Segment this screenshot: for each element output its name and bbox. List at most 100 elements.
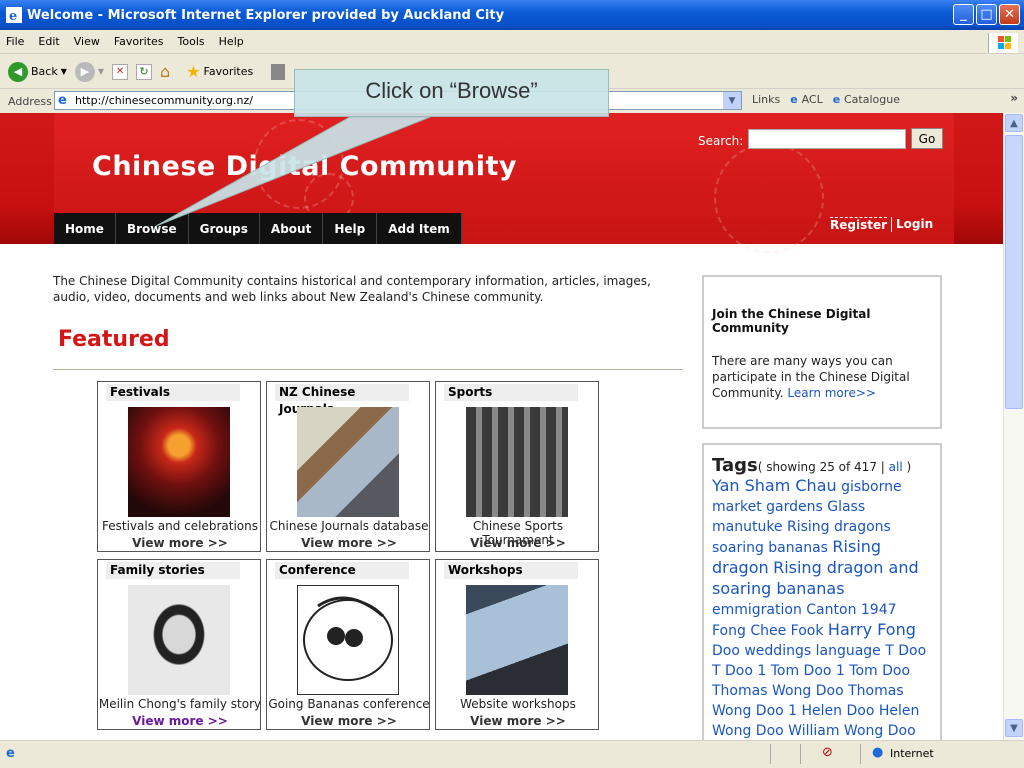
tag-link[interactable]: Glass [827,499,865,515]
link-acl[interactable]: e ACL [790,93,822,106]
internet-globe-icon: ● [872,745,884,760]
link-page-icon: e [790,93,802,106]
back-dropdown-icon[interactable]: ▼ [61,67,67,76]
search-input[interactable] [748,129,906,149]
sports-team-photo [466,407,568,517]
view-more-link[interactable]: View more >> [436,536,600,550]
tag-link[interactable]: market gardens [712,499,823,515]
status-bar: e ⊘ ● Internet [0,740,1024,768]
minimize-button[interactable]: _ [953,4,974,25]
link-page-icon: e [832,93,844,106]
card-title: Family stories [106,562,240,579]
link-catalogue-label: Catalogue [844,93,900,106]
back-label: Back [31,65,58,78]
tags-all-link[interactable]: all [889,460,903,474]
tag-link[interactable]: T Doo 1 [712,663,766,679]
page-status-icon: e [6,746,15,761]
nav-browse[interactable]: Browse [116,213,189,244]
stop-icon[interactable]: ✕ [112,63,129,80]
windows-logo-icon [988,33,1018,53]
menu-view[interactable]: View [74,35,100,48]
card-festivals[interactable]: Festivals Festivals and celebrations Vie… [97,381,261,552]
card-conference[interactable]: Conference Going Bananas conference View… [266,559,430,730]
forward-dropdown-icon[interactable]: ▼ [98,67,104,76]
festival-lanterns-image [128,407,230,517]
tags-close-paren: ) [902,460,912,474]
back-button[interactable]: ◀ Back ▼ [8,61,67,82]
menu-tools[interactable]: Tools [178,35,205,48]
tag-link[interactable]: gisborne [841,479,902,495]
view-more-link[interactable]: View more >> [267,714,431,728]
login-link[interactable]: Login [896,217,933,232]
forward-button[interactable]: ▶ ▼ [74,61,104,82]
search-go-button[interactable]: Go [911,128,943,149]
tag-link[interactable]: T Doo [885,643,926,659]
tutorial-callout: Click on “Browse” [294,69,609,117]
media-icon[interactable] [271,63,286,80]
tag-link[interactable]: Thomas Wong Doo [712,683,844,699]
menu-edit[interactable]: Edit [38,35,59,48]
link-catalogue[interactable]: e Catalogue [833,93,900,106]
tag-link[interactable]: Fong Chee Fook [712,623,823,639]
tag-link[interactable]: Tom Doo 1 [771,663,845,679]
ie-icon: e [6,7,22,23]
card-caption: Meilin Chong's family story [98,697,262,711]
card-sports[interactable]: Sports Chinese Sports Tournament View mo… [435,381,599,552]
home-icon[interactable]: ⌂ [160,62,170,81]
popup-blocked-icon[interactable]: ⊘ [822,745,833,760]
menu-favorites[interactable]: Favorites [114,35,164,48]
window-title: Welcome - Microsoft Internet Explorer pr… [27,7,505,23]
address-dropdown-icon[interactable]: ▼ [723,92,741,109]
card-caption: Website workshops [460,697,576,711]
view-more-link[interactable]: View more >> [267,536,431,550]
card-family[interactable]: Family stories Meilin Chong's family sto… [97,559,261,730]
tags-title: Tags [712,455,758,476]
menu-file[interactable]: File [6,35,24,48]
address-url: http://chinesecommunity.org.nz/ [75,94,253,107]
view-more-link[interactable]: View more >> [98,714,262,728]
scroll-down-icon[interactable]: ▼ [1005,719,1023,737]
tag-link[interactable]: Yan Sham Chau [712,476,837,495]
menu-bar: File Edit View Favorites Tools Help [0,30,1024,54]
favorites-button[interactable]: ★ Favorites [186,62,253,81]
tag-link[interactable]: emmigration [712,602,802,618]
chevron-more-icon[interactable]: » [1010,91,1018,105]
tag-link[interactable]: Harry Fong [828,620,916,639]
address-label: Address [8,94,52,108]
nav-add-item[interactable]: Add Item [377,213,462,244]
vertical-scrollbar[interactable]: ▲ ▼ [1003,113,1024,740]
tag-link[interactable]: Doo weddings [712,643,811,659]
register-link[interactable]: Register [830,217,888,232]
view-more-link[interactable]: View more >> [436,714,600,728]
card-title: Festivals [106,384,240,401]
forward-arrow-icon: ▶ [74,61,95,82]
tag-link[interactable]: language [816,643,881,659]
close-button[interactable]: ✕ [999,4,1020,25]
nav-home[interactable]: Home [54,213,116,244]
scroll-thumb[interactable] [1005,135,1023,409]
nav-groups[interactable]: Groups [189,213,260,244]
card-title: Sports [444,384,578,401]
tag-link[interactable]: manutuke [712,519,783,535]
scroll-up-icon[interactable]: ▲ [1005,114,1023,132]
tags-count: ( showing 25 of 417 | [757,460,889,474]
card-journals[interactable]: NZ Chinese Journals Chinese Journals dat… [266,381,430,552]
site-title[interactable]: Chinese Digital Community [92,151,517,182]
page-viewport: Chinese Digital Community Search: Go Hom… [0,113,1003,740]
refresh-icon[interactable]: ↻ [136,63,153,80]
learn-more-link[interactable]: Learn more>> [787,386,876,400]
tag-link[interactable]: 1947 [861,602,897,618]
featured-heading: Featured [58,327,170,352]
tag-link[interactable]: Canton [806,602,856,618]
tag-link[interactable]: William Wong Doo [788,723,915,739]
card-workshops[interactable]: Workshops Website workshops View more >> [435,559,599,730]
card-caption: Chinese Journals database [269,519,429,533]
view-more-link[interactable]: View more >> [98,536,262,550]
nav-about[interactable]: About [260,213,324,244]
maximize-button[interactable]: □ [976,4,997,25]
nav-help[interactable]: Help [323,213,378,244]
tag-link[interactable]: Helen Doo [802,703,875,719]
tag-link[interactable]: Tom Doo [849,663,910,679]
menu-help[interactable]: Help [219,35,244,48]
laptop-users-image [297,407,399,517]
